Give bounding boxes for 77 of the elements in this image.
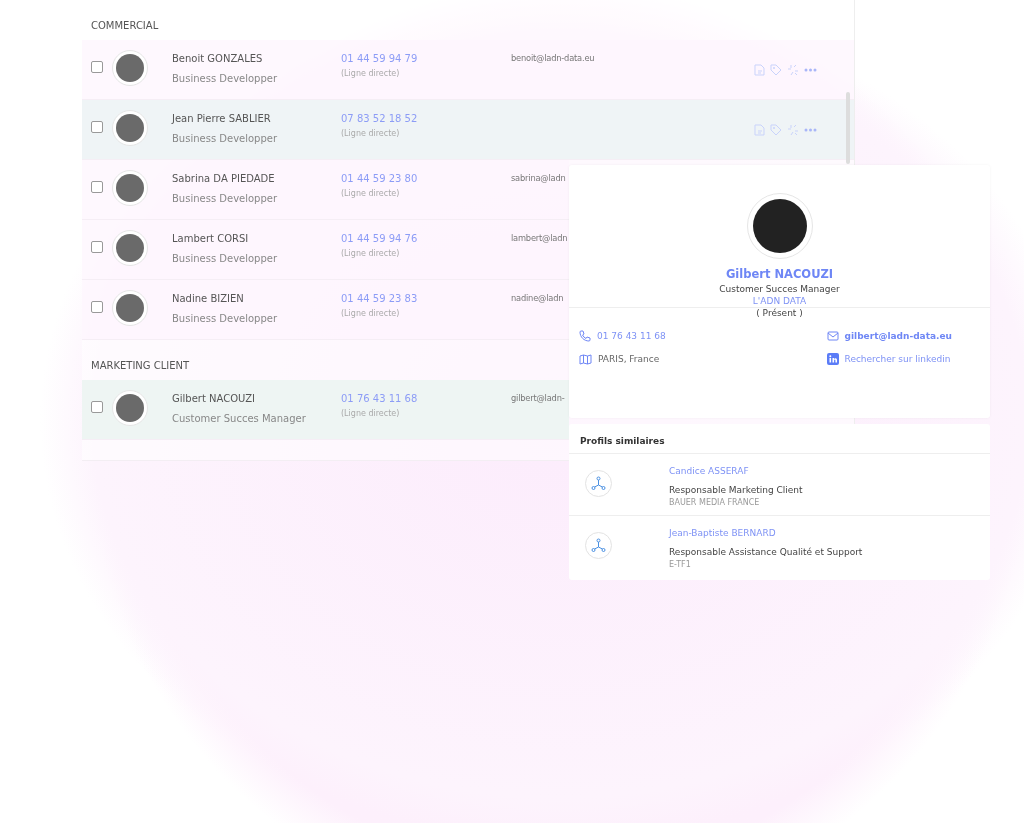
phone-note: (Ligne directe) (341, 309, 401, 318)
avatar-placeholder (112, 170, 148, 206)
more-icon[interactable] (804, 68, 817, 72)
profile-phone[interactable]: 01 76 43 11 68 (597, 331, 666, 341)
map-icon (579, 353, 592, 365)
avatar-placeholder (112, 50, 148, 86)
checkbox[interactable] (91, 241, 103, 253)
contact-email: gilbert@ladn- (511, 393, 565, 403)
profile-email[interactable]: gilbert@ladn-data.eu (844, 331, 952, 341)
phone-link[interactable]: 07 83 52 18 52 (341, 113, 511, 124)
profile-name: Gilbert NACOUZI (724, 267, 835, 281)
group-title: COMMERCIAL (91, 20, 159, 32)
contact-row[interactable]: Benoit GONZALES Business Developper 01 44 59 94 79 (Ligne directe) benoit@ladn-data.eu (82, 40, 854, 100)
network-icon (585, 532, 612, 559)
more-icon[interactable] (804, 128, 817, 132)
checkbox[interactable] (91, 61, 103, 73)
tag-icon[interactable] (770, 124, 782, 136)
contact-row[interactable]: Sabrina DA PIEDADE Business Developper 01 44 59 23 80 (Ligne directe) sabrina@ladn (82, 160, 569, 220)
profile-location: PARIS, France (598, 354, 660, 364)
phone-link[interactable]: 01 44 59 94 76 (341, 233, 511, 244)
group-title: MARKETING CLIENT (91, 360, 190, 372)
avatar-placeholder (112, 230, 148, 266)
avatar-placeholder (112, 290, 148, 326)
contact-name: Benoit GONZALES (172, 53, 264, 64)
document-icon[interactable] (754, 124, 765, 136)
contact-row[interactable]: Gilbert NACOUZI Customer Succes Manager 01 76 43 11 68 (Ligne directe) gilbert@ladn- (82, 380, 569, 440)
phone-note: (Ligne directe) (341, 129, 401, 138)
contact-name: Jean Pierre SABLIER (172, 113, 272, 124)
contact-role: Business Developper (172, 133, 279, 144)
phone-link[interactable]: 01 44 59 23 83 (341, 293, 511, 304)
contact-role: Business Developper (172, 313, 279, 324)
phone-note: (Ligne directe) (341, 409, 401, 418)
contact-name: Sabrina DA PIEDADE (172, 173, 276, 184)
contact-email: sabrina@ladn (511, 173, 566, 183)
checkbox[interactable] (91, 181, 103, 193)
contact-role: Business Developper (172, 193, 279, 204)
checkbox[interactable] (91, 301, 103, 313)
contact-role: Business Developper (172, 253, 279, 264)
contact-name: Lambert CORSI (172, 233, 250, 244)
checkbox[interactable] (91, 401, 103, 413)
profile-role: Responsable Assistance Qualité et Support (669, 547, 863, 557)
profile-role: Customer Succes Manager (718, 284, 841, 294)
phone-note: (Ligne directe) (341, 189, 401, 198)
contact-email: benoit@ladn-data.eu (511, 53, 595, 63)
contact-email: lambert@ladn (511, 233, 568, 243)
profile-company[interactable]: L'ADN DATA (569, 296, 990, 306)
profile-role: Responsable Marketing Client (669, 485, 803, 495)
contact-row[interactable]: Jean Pierre SABLIER Business Developper 07 83 52 18 52 (Ligne directe) (82, 100, 854, 160)
sparkle-icon[interactable] (787, 64, 799, 76)
contact-row[interactable]: Nadine BIZIEN Business Developper 01 44 59 23 83 (Ligne directe) nadine@ladn (82, 280, 569, 340)
profile-period: ( Présent ) (755, 308, 804, 318)
profile-link[interactable]: Jean-Baptiste BERNARD (669, 528, 863, 538)
checkbox[interactable] (91, 121, 103, 133)
section-title: Profils similaires (569, 424, 990, 454)
contact-name: Nadine BIZIEN (172, 293, 245, 304)
linkedin-icon[interactable] (826, 353, 839, 365)
tag-icon[interactable] (770, 64, 782, 76)
phone-link[interactable]: 01 76 43 11 68 (341, 393, 511, 404)
phone-note: (Ligne directe) (341, 249, 401, 258)
avatar-placeholder (112, 110, 148, 146)
profile-link[interactable]: Candice ASSERAF (669, 466, 803, 476)
phone-link[interactable]: 01 44 59 23 80 (341, 173, 511, 184)
sparkle-icon[interactable] (787, 124, 799, 136)
linkedin-link[interactable]: Rechercher sur linkedin (844, 354, 951, 364)
phone-note: (Ligne directe) (341, 69, 401, 78)
mail-icon (826, 331, 839, 341)
phone-icon (579, 330, 591, 342)
contact-role: Customer Succes Manager (172, 413, 307, 424)
document-icon[interactable] (754, 64, 765, 76)
contact-role: Business Developper (172, 73, 279, 84)
contact-name: Gilbert NACOUZI (172, 393, 256, 404)
contact-email: nadine@ladn (511, 293, 564, 303)
profile-company: BAUER MEDIA FRANCE (669, 498, 761, 507)
avatar-placeholder (112, 390, 148, 426)
phone-link[interactable]: 01 44 59 94 79 (341, 53, 511, 64)
contact-row[interactable]: Lambert CORSI Business Developper 01 44 59 94 76 (Ligne directe) lambert@ladn (82, 220, 569, 280)
profile-company: E-TF1 (669, 560, 692, 569)
